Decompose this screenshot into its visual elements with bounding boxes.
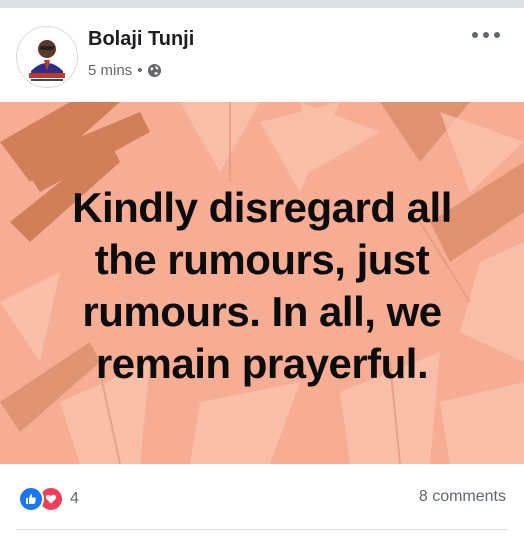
post-text-line: the rumours, just <box>94 236 430 283</box>
footer-divider <box>16 529 508 530</box>
dot <box>472 32 478 38</box>
post-footer: 4 8 comments <box>0 464 524 543</box>
author-name[interactable]: Bolaji Tunji <box>88 28 194 51</box>
top-edge <box>0 0 524 8</box>
heart-glyph <box>45 494 57 504</box>
post-meta: 5 mins • <box>88 62 162 79</box>
post-timestamp[interactable]: 5 mins <box>88 62 132 79</box>
post-image[interactable]: Kindly disregard all the rumours, just r… <box>0 102 524 464</box>
more-options-icon[interactable] <box>472 28 500 42</box>
meta-separator: • <box>137 62 143 79</box>
reactions-summary[interactable]: 4 <box>18 486 79 512</box>
post-header: Bolaji Tunji 5 mins • <box>0 8 524 102</box>
reaction-count: 4 <box>70 490 79 507</box>
comments-link[interactable]: 8 comments <box>419 488 506 506</box>
dot <box>494 32 500 38</box>
avatar-image <box>17 27 77 87</box>
post-text-line: Kindly disregard all <box>72 184 452 231</box>
post-text-line: remain prayerful. <box>95 340 429 387</box>
thumbs-up-glyph <box>26 494 36 504</box>
post-image-text: Kindly disregard all the rumours, just r… <box>0 182 524 390</box>
like-icon <box>18 486 44 512</box>
post-text-line: rumours. In all, we <box>82 288 442 335</box>
dot <box>483 32 489 38</box>
globe-icon[interactable] <box>147 63 162 78</box>
author-avatar[interactable] <box>16 26 78 88</box>
